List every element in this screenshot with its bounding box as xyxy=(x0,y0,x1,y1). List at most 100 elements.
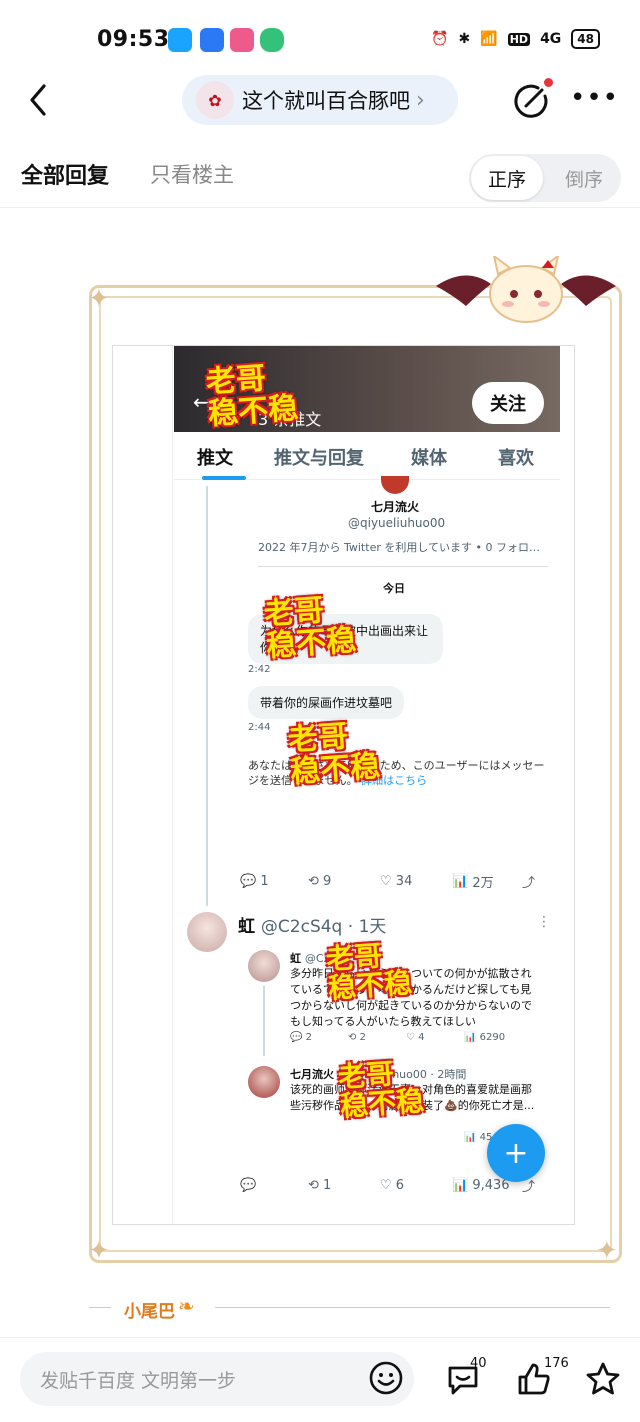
dm-profile-handle: @qiyueliuhuo00 xyxy=(348,516,446,530)
network-label: 4G xyxy=(540,31,562,47)
reply-action: 💬 xyxy=(240,1178,308,1193)
status-indicators: ⏰ ✱ 📶 HD 4G 48 xyxy=(431,29,600,49)
star-icon[interactable] xyxy=(584,1360,622,1398)
heart-icon: ♡ xyxy=(380,874,392,889)
plus-icon: + xyxy=(503,1135,529,1171)
reply-handle: @C2cS4q · 1天 xyxy=(260,917,387,937)
divider xyxy=(0,207,640,208)
frame-star-icon: ✦ xyxy=(88,1236,110,1266)
dm-profile-name: 七月流火 xyxy=(371,500,420,514)
like-count: 6 xyxy=(395,1178,405,1193)
order-switch: 正序 倒序 xyxy=(469,154,621,202)
tw-tab-likes: 喜欢 xyxy=(498,448,534,469)
heart-icon: ♡ xyxy=(380,1178,392,1193)
divider xyxy=(89,1307,111,1308)
status-time: 09:53 xyxy=(97,27,170,52)
twitter-tabs: 推文 推文与回复 媒体 喜欢 xyxy=(174,434,560,480)
reply-icon: 💬 xyxy=(240,1178,257,1193)
like-action: ♡ 6 xyxy=(380,1178,452,1193)
stamp-text: 老哥 稳不稳 xyxy=(204,361,300,432)
dm-time: 2:44 xyxy=(248,722,271,733)
quote1-author: 虹 xyxy=(290,952,301,965)
divider xyxy=(215,1307,610,1308)
comment-count: 40 xyxy=(470,1356,487,1371)
quote1-like-count: 4 xyxy=(418,1032,425,1043)
frame-star-icon: ✦ xyxy=(596,1236,618,1266)
tw-tab-media: 媒体 xyxy=(411,448,447,469)
more-icon: ••• xyxy=(570,83,620,113)
more-button[interactable]: ••• xyxy=(570,85,618,114)
retweet-count: 1 xyxy=(323,1178,332,1193)
views-icon: 📊 xyxy=(464,1132,477,1143)
alarm-icon: ⏰ xyxy=(431,31,449,47)
embedded-screenshot[interactable]: ← 3 条推文 关注 推文 推文与回复 媒体 喜欢 七月流火 @qiyueliu… xyxy=(112,345,575,1225)
views-count: 2万 xyxy=(472,876,494,891)
reply-header: 虹 @C2cS4q · 1天 xyxy=(238,912,386,937)
status-bar: 09:53 ⏰ ✱ 📶 HD 4G 48 xyxy=(0,0,640,80)
hd-icon: HD xyxy=(507,32,531,46)
tweet-actions: 💬 ⟲ 1 ♡ 6 📊 9,436 ⤴ xyxy=(240,1176,535,1195)
retweet-action: ⟲ 1 xyxy=(308,1178,380,1193)
thread-line xyxy=(263,986,265,1056)
forum-name: 这个就叫百合豚吧 xyxy=(242,89,410,113)
alipay-app-icon xyxy=(200,28,224,52)
flame-icon: ❧ xyxy=(178,1294,195,1318)
forum-pill[interactable]: ✿ 这个就叫百合豚吧 › xyxy=(182,75,458,125)
retweet-count: 9 xyxy=(323,874,332,889)
tweet-actions: 💬 1 ⟲ 9 ♡ 34 📊 2万 ⤴ xyxy=(240,872,535,891)
stamp-text: 老哥 稳不稳 xyxy=(336,1057,426,1124)
quote1-reply: 💬 2 xyxy=(290,1032,348,1043)
smile-icon[interactable] xyxy=(368,1360,404,1396)
views-count: 9,436 xyxy=(472,1178,510,1193)
notification-dot xyxy=(544,78,553,87)
dm-date-separator: 今日 xyxy=(383,582,405,595)
views-icon: 📊 xyxy=(452,1178,469,1193)
tw-tab-underline xyxy=(202,476,246,480)
like-count: 34 xyxy=(395,874,413,889)
sticker-stamp: 老哥 稳不稳 xyxy=(204,361,300,432)
sticker-stamp: 老哥 稳不稳 xyxy=(286,719,382,790)
profile-avatar-small xyxy=(381,476,409,494)
quote1-like: ♡ 4 xyxy=(406,1032,464,1043)
thread-line xyxy=(206,486,208,906)
forum-avatar: ✿ xyxy=(196,81,234,119)
divider xyxy=(258,566,548,567)
reply-count: 1 xyxy=(260,874,269,889)
quote1-actions: 💬 2 ⟲ 2 ♡ 4 📊 6290 xyxy=(290,1032,526,1043)
avatar xyxy=(248,1066,280,1098)
tab-all-replies[interactable]: 全部回复 xyxy=(21,158,109,190)
reply-icon: 💬 xyxy=(240,874,257,889)
views-icon: 📊 xyxy=(452,874,469,889)
reply-icon: 💬 xyxy=(290,1032,303,1043)
more-icon: ⋮ xyxy=(537,914,551,930)
tw-tab-posts: 推文 xyxy=(197,448,233,469)
stamp-text: 老哥 稳不稳 xyxy=(286,719,382,790)
bluetooth-icon: ✱ xyxy=(458,31,471,47)
stamp-text: 老哥 稳不稳 xyxy=(262,593,358,664)
tail-label: 小尾巴 xyxy=(124,1302,175,1322)
views-action: 📊 2万 xyxy=(452,872,522,891)
chevron-right-icon: › xyxy=(416,87,425,113)
mascot-bat-cat-icon xyxy=(436,256,616,323)
share-icon: ⤴ xyxy=(522,876,536,891)
sticker-stamp: 老哥 稳不稳 xyxy=(336,1057,426,1124)
like-count: 176 xyxy=(544,1356,569,1371)
tab-only-op[interactable]: 只看楼主 xyxy=(150,159,234,189)
stamp-text: 老哥 稳不稳 xyxy=(324,939,414,1006)
quote1-retweet-count: 2 xyxy=(359,1032,366,1043)
views-icon: 📊 xyxy=(464,1032,477,1043)
retweet-icon: ⟲ xyxy=(308,1178,319,1193)
sticker-stamp: 老哥 稳不稳 xyxy=(262,593,358,664)
qq-app-icon xyxy=(168,28,192,52)
wifi-icon: 📶 xyxy=(480,31,498,47)
sticker-stamp: 老哥 稳不稳 xyxy=(324,939,414,1006)
compose-input[interactable]: 发贴千百度 文明第一步 xyxy=(20,1352,414,1406)
back-button[interactable] xyxy=(22,80,58,120)
follow-button: 关注 xyxy=(472,382,544,424)
quote2-author: 七月流火 xyxy=(290,1068,334,1081)
back-arrow-icon xyxy=(30,84,46,116)
reply-author: 虹 xyxy=(238,917,255,937)
order-asc-button[interactable]: 正序 xyxy=(471,156,543,200)
retweet-icon: ⟲ xyxy=(348,1032,357,1043)
order-desc-button[interactable]: 倒序 xyxy=(549,156,619,200)
